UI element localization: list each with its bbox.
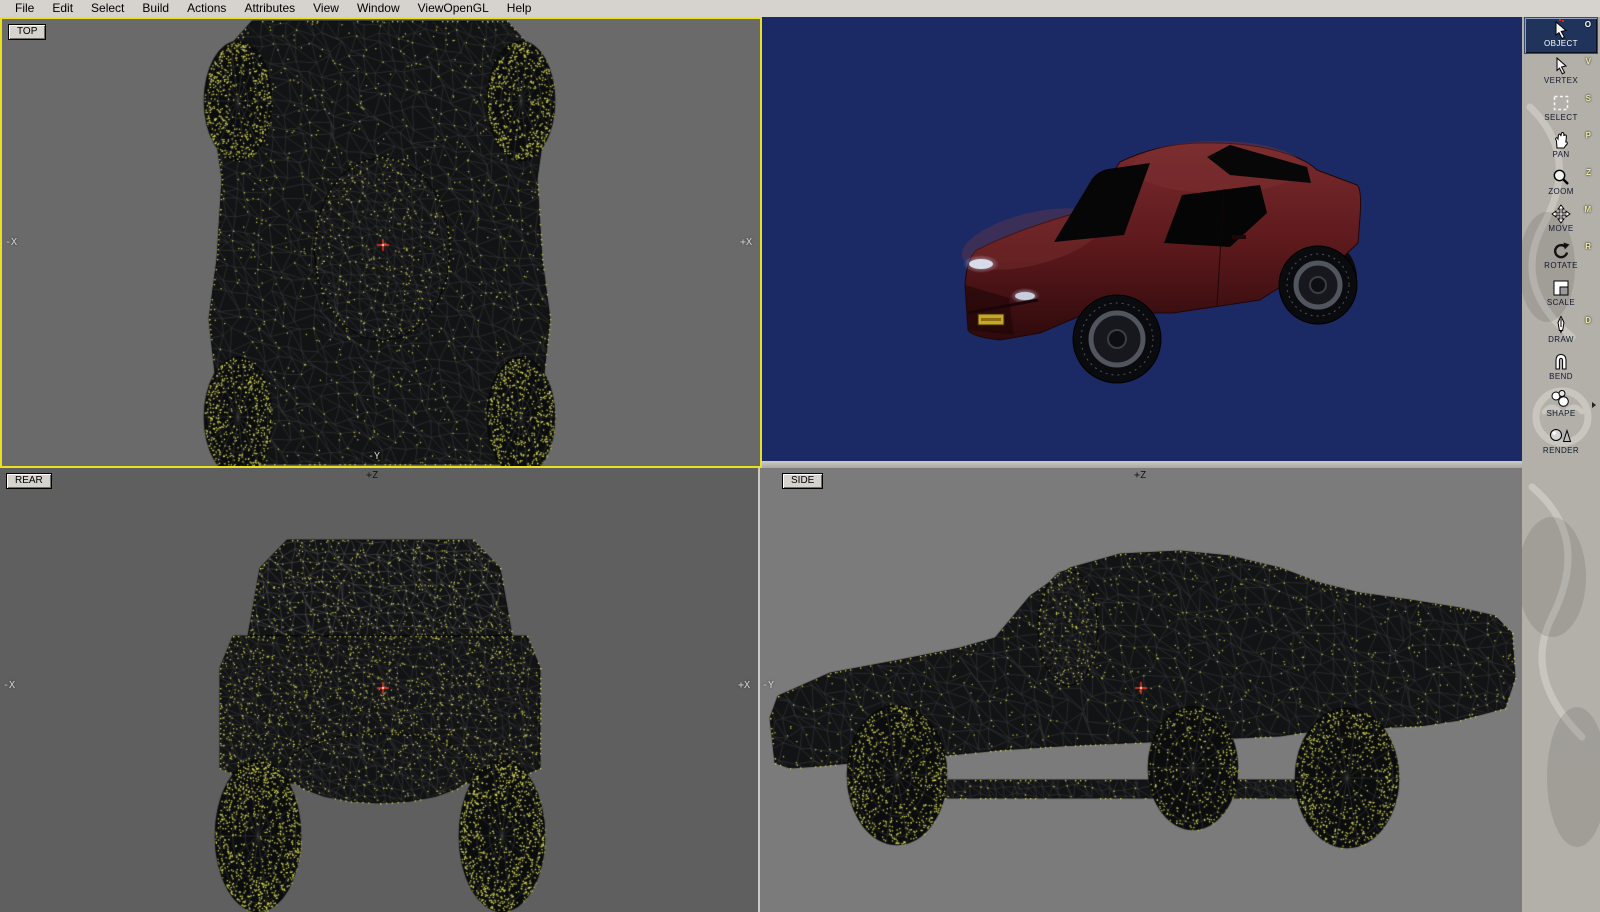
- tool-pan[interactable]: P PAN: [1525, 129, 1597, 164]
- tool-rotate-label: ROTATE: [1544, 261, 1578, 270]
- object-cursor-icon: [1551, 19, 1571, 39]
- tool-draw-shortcut: D: [1585, 316, 1591, 325]
- tool-palette: O OBJECT V VERTEX S SELECT P: [1522, 17, 1600, 912]
- tool-object-label: OBJECT: [1544, 39, 1578, 48]
- tool-pan-shortcut: P: [1586, 131, 1591, 140]
- move-arrows-icon: [1551, 204, 1571, 224]
- viewport-top-label-button[interactable]: TOP: [8, 24, 46, 40]
- tool-zoom[interactable]: Z ZOOM: [1525, 166, 1597, 201]
- tool-shape-label: SHAPE: [1546, 409, 1575, 418]
- menu-view[interactable]: View: [304, 0, 348, 17]
- menu-file[interactable]: File: [6, 0, 43, 17]
- scale-box-icon: [1551, 278, 1571, 298]
- rear-view-wireframe[interactable]: [0, 468, 758, 912]
- car-headlight-right: [1015, 292, 1035, 300]
- viewport-side-label-button[interactable]: SIDE: [782, 473, 823, 489]
- tool-move-shortcut: M: [1584, 205, 1591, 214]
- vertex-cursor-icon: [1551, 56, 1571, 76]
- tool-shape[interactable]: SHAPE: [1525, 388, 1597, 423]
- car-wheel-rear: [1279, 246, 1357, 324]
- tool-rotate[interactable]: R ROTATE: [1525, 240, 1597, 275]
- tool-select-label: SELECT: [1544, 113, 1578, 122]
- rotate-arrow-icon: [1551, 241, 1571, 261]
- car-wheel-front: [1073, 295, 1161, 383]
- tool-draw[interactable]: D DRAW: [1525, 314, 1597, 349]
- tool-render-label: RENDER: [1543, 446, 1579, 455]
- tool-select-shortcut: S: [1586, 94, 1591, 103]
- menu-build[interactable]: Build: [133, 0, 178, 17]
- tool-move[interactable]: M MOVE: [1525, 203, 1597, 238]
- tool-object-shortcut: O: [1585, 20, 1591, 29]
- tool-rotate-shortcut: R: [1585, 242, 1591, 251]
- top-view-wireframe[interactable]: [2, 19, 760, 466]
- viewport-rear-label-button[interactable]: REAR: [6, 473, 52, 489]
- spheres-icon: [1550, 389, 1572, 409]
- car-3d-preview: [762, 17, 1522, 461]
- marquee-icon: [1551, 93, 1571, 113]
- menu-bar: File Edit Select Build Actions Attribute…: [0, 0, 1600, 17]
- modeler-app-window: File Edit Select Build Actions Attribute…: [0, 0, 1600, 912]
- flyout-arrow-icon: [1592, 402, 1596, 408]
- viewport-top[interactable]: TOP -X +X -Y: [0, 17, 762, 468]
- tool-select[interactable]: S SELECT: [1525, 92, 1597, 127]
- menu-edit[interactable]: Edit: [43, 0, 82, 17]
- tool-draw-label: DRAW: [1548, 335, 1574, 344]
- tool-pan-label: PAN: [1552, 150, 1569, 159]
- tool-render[interactable]: RENDER: [1525, 425, 1597, 460]
- render-icon: [1549, 426, 1573, 446]
- menu-actions[interactable]: Actions: [178, 0, 235, 17]
- tool-vertex-shortcut: V: [1586, 57, 1591, 66]
- side-view-wireframe[interactable]: [760, 468, 1522, 912]
- tool-scale[interactable]: SCALE: [1525, 277, 1597, 312]
- tool-zoom-shortcut: Z: [1586, 168, 1591, 177]
- tool-vertex[interactable]: V VERTEX: [1525, 55, 1597, 90]
- magnifier-icon: [1551, 167, 1571, 187]
- tool-zoom-label: ZOOM: [1548, 187, 1574, 196]
- menu-help[interactable]: Help: [498, 0, 541, 17]
- hand-icon: [1551, 130, 1571, 150]
- tool-bend-label: BEND: [1549, 372, 1573, 381]
- pen-icon: [1551, 315, 1571, 335]
- viewport-divider-horizontal[interactable]: [762, 461, 1522, 468]
- tool-move-label: MOVE: [1548, 224, 1573, 233]
- tool-scale-label: SCALE: [1547, 298, 1575, 307]
- menu-select[interactable]: Select: [82, 0, 133, 17]
- viewport-rear[interactable]: REAR +Z -X +X: [0, 468, 758, 912]
- menu-window[interactable]: Window: [348, 0, 409, 17]
- tool-vertex-label: VERTEX: [1544, 76, 1578, 85]
- menu-viewopengl[interactable]: ViewOpenGL: [409, 0, 498, 17]
- viewport-perspective[interactable]: [762, 17, 1522, 461]
- menu-attributes[interactable]: Attributes: [235, 0, 304, 17]
- magnet-icon: [1551, 352, 1571, 372]
- car-door-handle: [1232, 235, 1246, 239]
- tool-bend[interactable]: BEND: [1525, 351, 1597, 386]
- tool-object[interactable]: O OBJECT: [1525, 18, 1597, 53]
- viewport-side[interactable]: SIDE +Z -Y: [760, 468, 1522, 912]
- car-headlight-left: [969, 259, 993, 269]
